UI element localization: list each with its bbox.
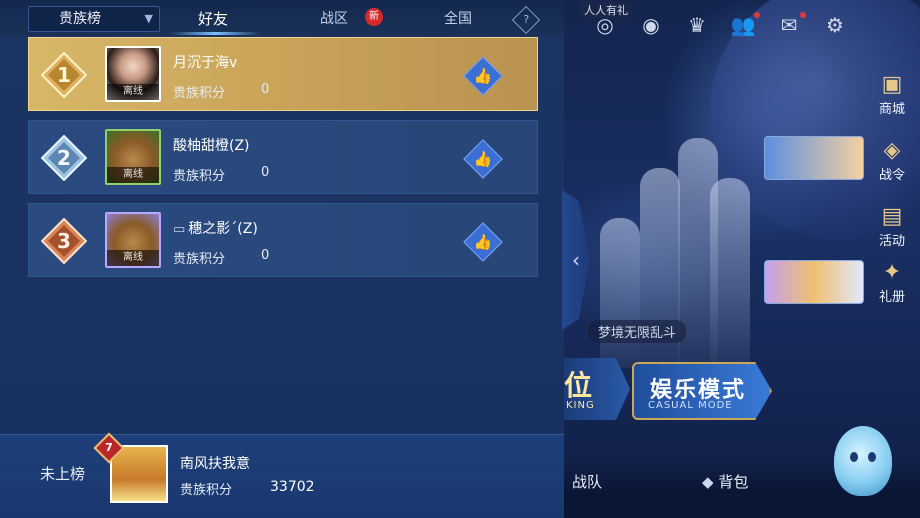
mode-label[interactable]: 梦境无限乱斗 bbox=[588, 320, 687, 343]
chevron-left-icon: ‹ bbox=[572, 248, 580, 272]
thumbs-up-icon: 👍 bbox=[473, 67, 493, 85]
like-button[interactable]: 👍 bbox=[463, 56, 503, 96]
gear-icon[interactable]: ⚙ bbox=[820, 10, 850, 40]
score-label: 贵族积分 bbox=[173, 252, 226, 267]
avatar[interactable]: 离线 bbox=[105, 129, 161, 185]
tab-national[interactable]: 全国 bbox=[444, 8, 472, 28]
nameplate-icon: ▭ bbox=[173, 222, 186, 237]
avatar[interactable]: 离线 bbox=[105, 46, 161, 102]
ranked-mode-subtitle: KING bbox=[566, 400, 595, 411]
battle-pass-banner[interactable] bbox=[764, 136, 864, 180]
friends-icon[interactable]: 👥 bbox=[728, 10, 760, 40]
bag-button[interactable]: ◆ 背包 bbox=[702, 471, 748, 492]
svg-text:3: 3 bbox=[57, 229, 71, 253]
chevron-down-icon: ▼ bbox=[144, 12, 153, 25]
my-rank-label: 未上榜 bbox=[40, 465, 86, 483]
shop-icon: ▣ bbox=[881, 72, 903, 97]
ranked-mode-title: 位 bbox=[564, 369, 593, 402]
leaderboard-panel: 贵族榜 ▼ 好友 战区 新 全国 ? 1 离线 月沉于海v 贵族积分 0 👍 2 bbox=[0, 0, 564, 518]
battle-pass-button[interactable]: ◈ 战令 bbox=[872, 138, 912, 183]
events-icon: ▤ bbox=[881, 204, 903, 229]
events-label: 活动 bbox=[878, 234, 905, 249]
offline-status: 离线 bbox=[107, 250, 159, 266]
hero-silhouette bbox=[710, 178, 750, 368]
gift-book-button[interactable]: ✦ 礼册 bbox=[872, 260, 912, 305]
new-badge: 新 bbox=[365, 8, 383, 26]
trophy-icon[interactable]: ♛ bbox=[682, 10, 712, 40]
events-button[interactable]: ▤ 活动 bbox=[872, 204, 912, 249]
bronze-rank-badge: 3 bbox=[41, 218, 87, 264]
shop-label: 商城 bbox=[878, 102, 905, 117]
silver-rank-badge: 2 bbox=[41, 135, 87, 181]
offline-status: 离线 bbox=[107, 167, 159, 183]
score-label: 贵族积分 bbox=[173, 169, 226, 184]
tab-bar: 贵族榜 ▼ 好友 战区 新 全国 ? bbox=[0, 0, 564, 36]
bag-icon: ◆ bbox=[702, 473, 719, 491]
like-button[interactable]: 👍 bbox=[463, 139, 503, 179]
player-name: 月沉于海v bbox=[173, 55, 238, 71]
player-name: 酸柚甜橙(Z) bbox=[173, 138, 250, 154]
leaderboard-row[interactable]: 3 离线 ▭ 穗之影´(Z) 贵族积分 0 👍 bbox=[28, 203, 538, 277]
my-score-value: 33702 bbox=[270, 479, 315, 495]
thumbs-up-icon: 👍 bbox=[473, 233, 493, 251]
gift-book-label: 礼册 bbox=[878, 290, 905, 305]
leaderboard-row[interactable]: 1 离线 月沉于海v 贵族积分 0 👍 bbox=[28, 37, 538, 111]
avatar[interactable]: 离线 bbox=[105, 212, 161, 268]
battle-pass-icon: ◈ bbox=[883, 138, 901, 163]
level-value: 7 bbox=[105, 441, 113, 454]
target-icon[interactable]: ◎ bbox=[590, 10, 620, 40]
team-button[interactable]: 战队 bbox=[572, 471, 602, 492]
gift-banner[interactable] bbox=[764, 260, 864, 304]
battle-pass-label: 战令 bbox=[878, 168, 905, 183]
tab-region[interactable]: 战区 bbox=[320, 8, 348, 28]
bag-label: 背包 bbox=[718, 473, 749, 491]
casual-mode-button[interactable]: 娱乐模式 CASUAL MODE bbox=[632, 362, 772, 420]
player-name: ▭ 穗之影´(Z) bbox=[173, 218, 258, 238]
player-name-text: 穗之影´(Z) bbox=[188, 221, 258, 237]
top-icon-bar: ◎ ◉ ♛ 👥 ✉ ⚙ bbox=[590, 10, 850, 40]
notification-dot bbox=[754, 12, 760, 18]
my-score-label: 贵族积分 bbox=[180, 483, 233, 498]
svg-text:1: 1 bbox=[57, 63, 71, 87]
score-value: 0 bbox=[261, 82, 270, 97]
my-name: 南风扶我意 bbox=[180, 456, 250, 472]
my-rank-bar: 未上榜 7 南风扶我意 贵族积分 33702 bbox=[0, 432, 564, 518]
like-button[interactable]: 👍 bbox=[463, 222, 503, 262]
leaderboard-row[interactable]: 2 离线 酸柚甜橙(Z) 贵族积分 0 👍 bbox=[28, 120, 538, 194]
casual-mode-subtitle: CASUAL MODE bbox=[648, 400, 733, 411]
lobby-background: 人人有礼 ◎ ◉ ♛ 👥 ✉ ⚙ ▣ 商城 ◈ 战令 ▤ 活动 ✦ 礼册 梦境无… bbox=[560, 0, 920, 518]
hero-silhouette bbox=[600, 218, 640, 368]
gold-rank-badge: 1 bbox=[41, 52, 87, 98]
question-diamond-icon[interactable]: ? bbox=[511, 5, 541, 35]
mail-icon[interactable]: ✉ bbox=[774, 10, 806, 40]
dropdown-label: 贵族榜 bbox=[59, 11, 101, 27]
ranked-mode-button[interactable]: 位 KING bbox=[560, 358, 630, 420]
mascot-assistant[interactable] bbox=[834, 426, 892, 496]
gift-book-icon: ✦ bbox=[882, 260, 902, 285]
svg-text:2: 2 bbox=[57, 146, 71, 170]
shop-button[interactable]: ▣ 商城 bbox=[872, 72, 912, 117]
eye-icon[interactable]: ◉ bbox=[636, 10, 666, 40]
tab-friends[interactable]: 好友 bbox=[198, 8, 228, 29]
score-label: 贵族积分 bbox=[173, 86, 226, 101]
score-value: 0 bbox=[261, 248, 270, 263]
offline-status: 离线 bbox=[107, 84, 159, 100]
board-type-dropdown[interactable]: 贵族榜 ▼ bbox=[28, 6, 160, 32]
score-value: 0 bbox=[261, 165, 270, 180]
thumbs-up-icon: 👍 bbox=[473, 150, 493, 168]
notification-dot bbox=[800, 12, 806, 18]
active-tab-indicator bbox=[170, 32, 260, 35]
